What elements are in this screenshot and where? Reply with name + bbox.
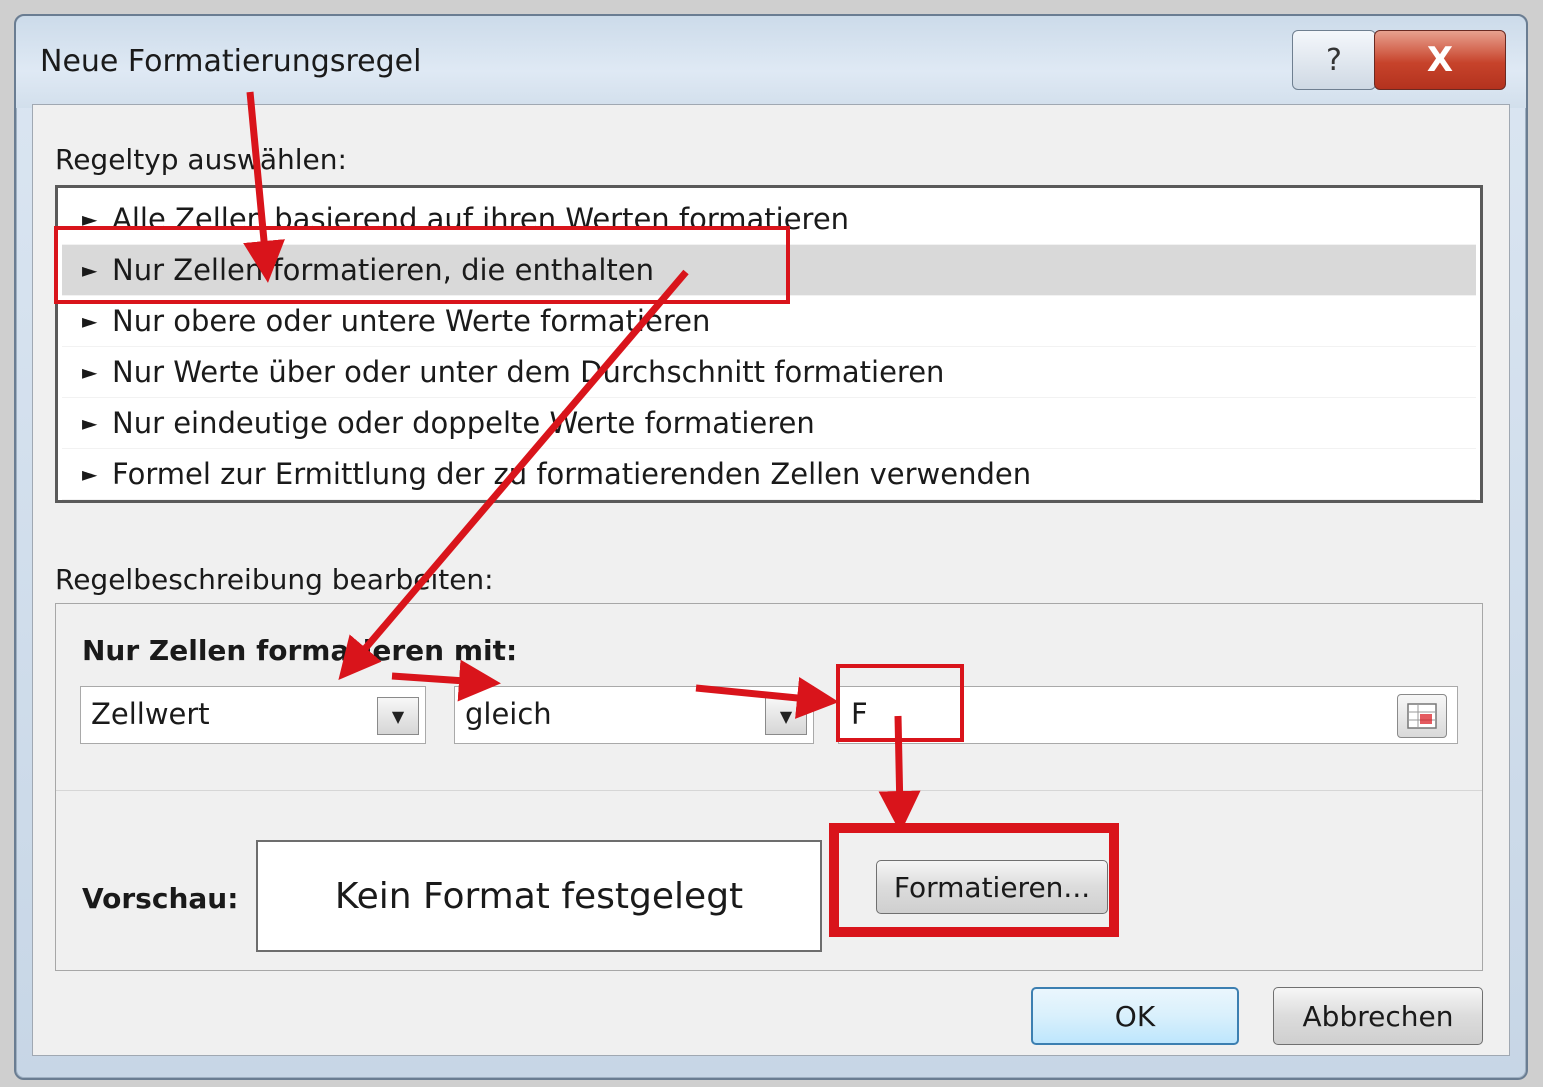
- ok-button-label: OK: [1114, 999, 1156, 1033]
- close-icon: X: [1426, 40, 1454, 80]
- ruletype-item-top-bottom[interactable]: ► Nur obere oder untere Werte formatiere…: [62, 296, 1476, 347]
- bullet-arrow-icon: ►: [82, 309, 98, 333]
- close-button[interactable]: X: [1374, 30, 1506, 90]
- ruletype-item-label: Nur eindeutige oder doppelte Werte forma…: [112, 406, 815, 440]
- ok-button[interactable]: OK: [1031, 987, 1239, 1045]
- ruletype-list[interactable]: ► Alle Zellen basierend auf ihren Werten…: [55, 185, 1483, 503]
- dialog-title: Neue Formatierungsregel: [40, 44, 422, 79]
- ruletype-item-unique-duplicate[interactable]: ► Nur eindeutige oder doppelte Werte for…: [62, 398, 1476, 449]
- rule-description-label: Regelbeschreibung bearbeiten:: [55, 563, 494, 596]
- preview-label: Vorschau:: [82, 882, 239, 915]
- help-icon: ?: [1326, 42, 1342, 78]
- bullet-arrow-icon: ►: [82, 207, 98, 231]
- bullet-arrow-icon: ►: [82, 462, 98, 486]
- format-button[interactable]: Formatieren...: [876, 860, 1108, 914]
- range-select-button[interactable]: [1397, 694, 1447, 738]
- value-input[interactable]: F: [838, 686, 1458, 744]
- preview-box: Kein Format festgelegt: [256, 840, 822, 952]
- condition-type-dropdown[interactable]: Zellwert ▼: [80, 686, 426, 744]
- ruletype-item-formula[interactable]: ► Formel zur Ermittlung der zu formatier…: [62, 449, 1476, 500]
- chevron-down-icon[interactable]: ▼: [765, 697, 807, 735]
- chevron-down-icon[interactable]: ▼: [377, 697, 419, 735]
- help-button[interactable]: ?: [1292, 30, 1376, 90]
- ruletype-item-label: Formel zur Ermittlung der zu formatieren…: [112, 457, 1032, 491]
- bullet-arrow-icon: ►: [82, 411, 98, 435]
- ruletype-item-above-below-average[interactable]: ► Nur Werte über oder unter dem Durchsch…: [62, 347, 1476, 398]
- ruletype-item-label: Nur obere oder untere Werte formatieren: [112, 304, 711, 338]
- screenshot-canvas: Neue Formatierungsregel ? X Regeltyp aus…: [0, 0, 1543, 1087]
- ruletype-label: Regeltyp auswählen:: [55, 143, 347, 176]
- preview-text: Kein Format festgelegt: [334, 875, 744, 917]
- ruletype-item-label: Nur Zellen formatieren, die enthalten: [112, 253, 654, 287]
- ruletype-item-all-cells[interactable]: ► Alle Zellen basierend auf ihren Werten…: [62, 194, 1476, 245]
- cancel-button-label: Abbrechen: [1302, 999, 1454, 1033]
- range-select-icon: [1407, 703, 1437, 729]
- dialog-client-area: Regeltyp auswählen: ► Alle Zellen basier…: [32, 104, 1510, 1056]
- new-formatting-rule-dialog: Neue Formatierungsregel ? X Regeltyp aus…: [14, 14, 1528, 1080]
- value-input-text: F: [851, 697, 868, 731]
- bullet-arrow-icon: ►: [82, 258, 98, 282]
- operator-dropdown[interactable]: gleich ▼: [454, 686, 814, 744]
- dialog-titlebar[interactable]: Neue Formatierungsregel ? X: [16, 16, 1526, 108]
- panel-divider: [56, 790, 1482, 791]
- cancel-button[interactable]: Abbrechen: [1273, 987, 1483, 1045]
- ruletype-item-label: Alle Zellen basierend auf ihren Werten f…: [112, 202, 850, 236]
- format-button-label: Formatieren...: [893, 870, 1091, 904]
- ruletype-item-label: Nur Werte über oder unter dem Durchschni…: [112, 355, 945, 389]
- ruletype-item-cells-containing[interactable]: ► Nur Zellen formatieren, die enthalten: [62, 245, 1476, 296]
- condition-type-value: Zellwert: [91, 697, 210, 731]
- rule-description-panel: Nur Zellen formatieren mit: Zellwert ▼ g…: [55, 603, 1483, 971]
- format-only-cells-with-label: Nur Zellen formatieren mit:: [82, 634, 518, 667]
- bullet-arrow-icon: ►: [82, 360, 98, 384]
- operator-value: gleich: [465, 697, 552, 731]
